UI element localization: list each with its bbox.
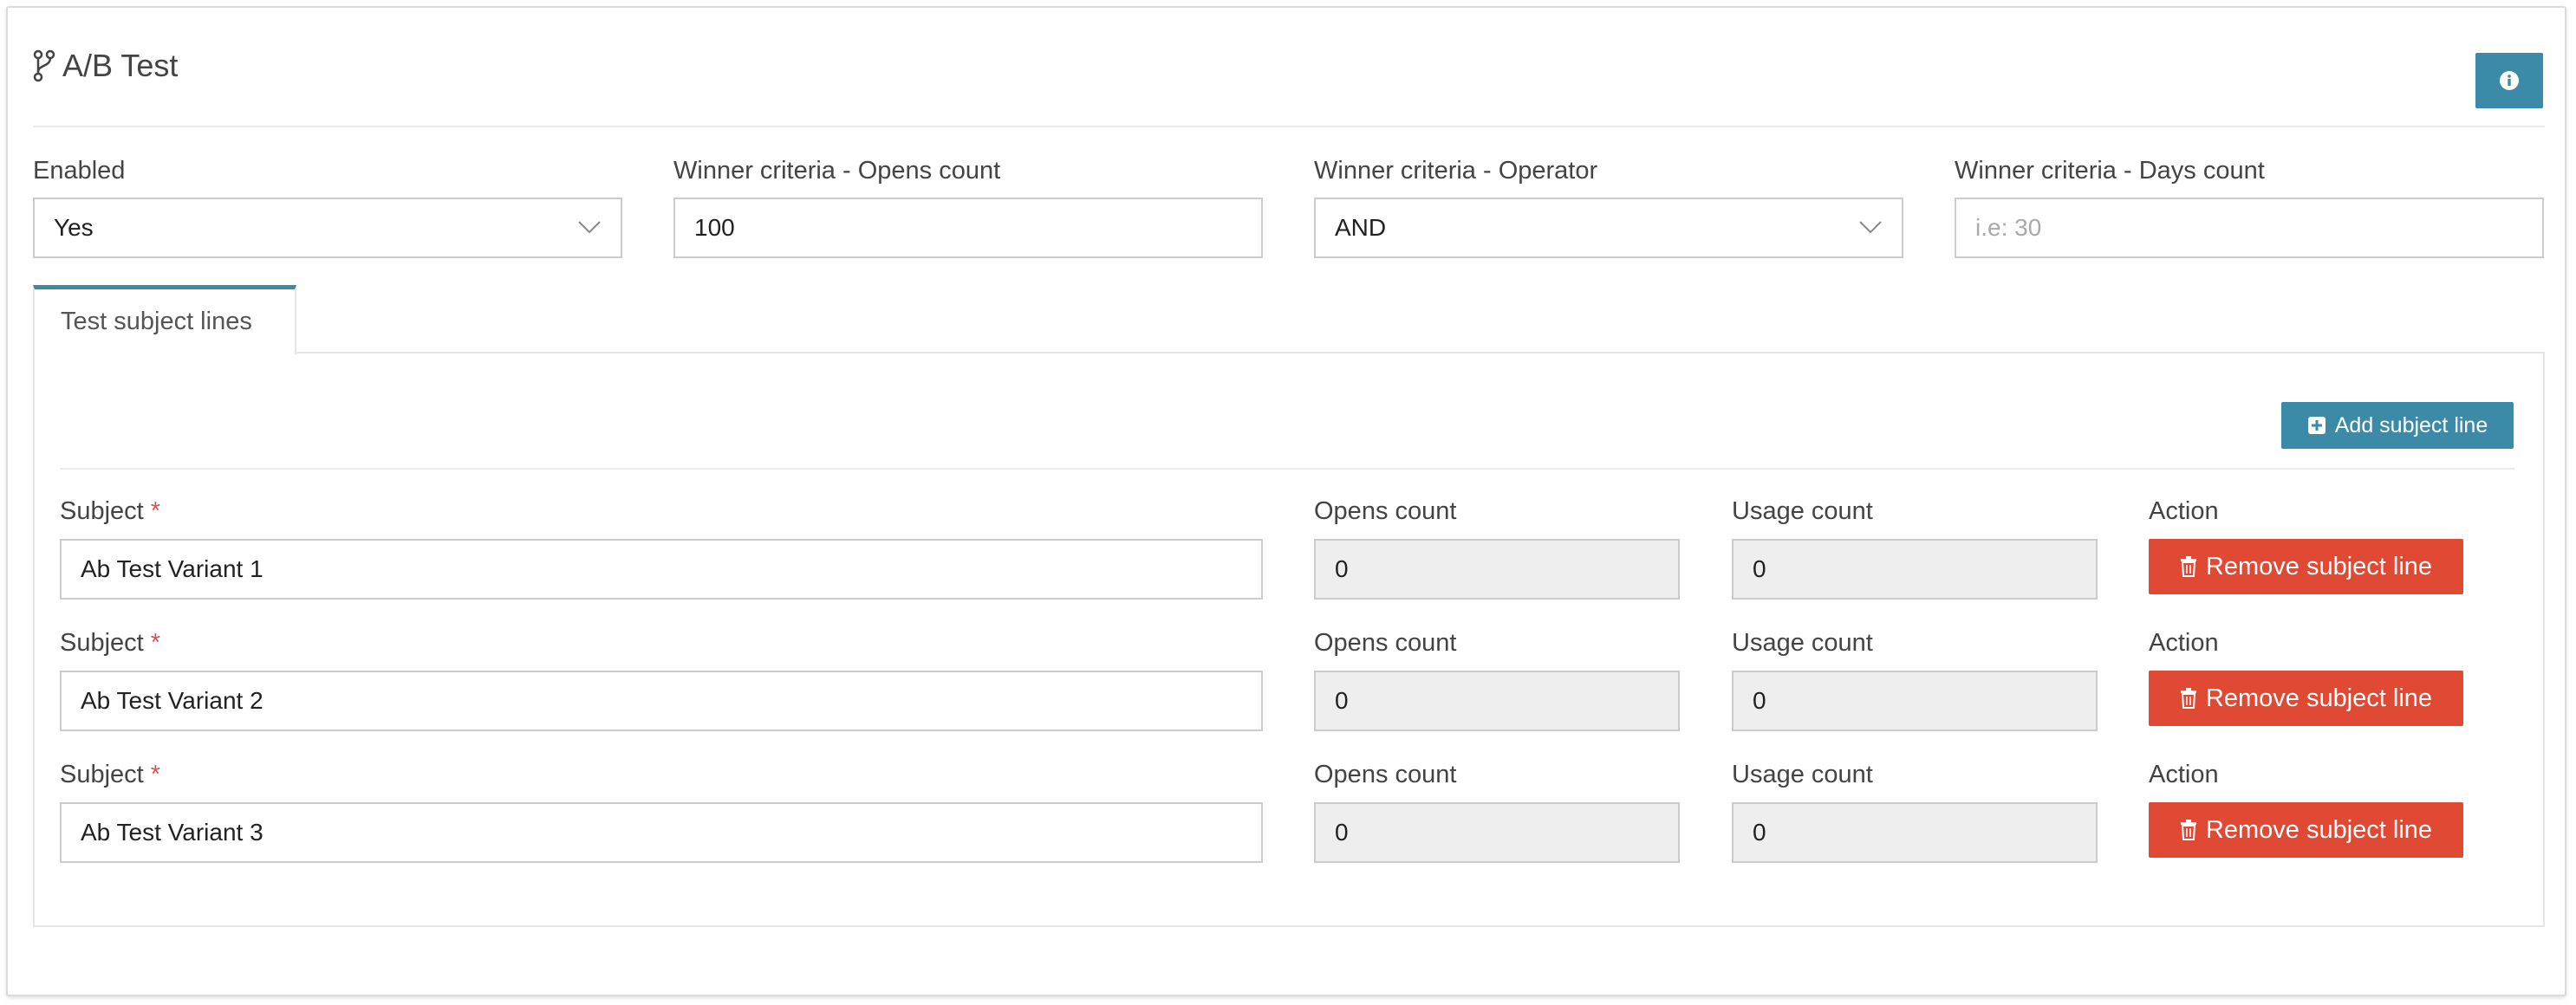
remove-subject-line-button[interactable]: Remove subject line — [2149, 539, 2463, 594]
panel-header: A/B Test — [33, 48, 178, 84]
chevron-down-icon — [578, 221, 601, 234]
tab-label: Test subject lines — [61, 308, 252, 335]
remove-subject-line-button[interactable]: Remove subject line — [2149, 671, 2463, 726]
info-icon — [2500, 71, 2519, 90]
subject-label: Subject * — [60, 629, 161, 657]
usage-count-label: Usage count — [1732, 629, 1873, 657]
add-subject-line-label: Add subject line — [2334, 412, 2488, 438]
opens-count-input[interactable]: 100 — [673, 198, 1263, 258]
action-label: Action — [2149, 497, 2219, 525]
enabled-select[interactable]: Yes — [33, 198, 622, 258]
usage-count-label: Usage count — [1732, 497, 1873, 525]
opens-count-field: 0 — [1314, 539, 1680, 600]
trash-icon — [2180, 820, 2196, 840]
chevron-down-icon — [1859, 221, 1882, 234]
subject-input[interactable]: Ab Test Variant 1 — [60, 539, 1263, 600]
add-subject-line-button[interactable]: Add subject line — [2281, 402, 2514, 449]
toolbar-divider — [60, 468, 2514, 470]
action-label: Action — [2149, 629, 2219, 657]
days-count-input[interactable]: i.e: 30 — [1955, 198, 2544, 258]
subject-input[interactable]: Ab Test Variant 2 — [60, 671, 1263, 731]
opens-count-value: 100 — [694, 214, 735, 241]
usage-count-field: 0 — [1732, 802, 2098, 863]
tab-test-subject-lines[interactable]: Test subject lines — [33, 285, 296, 354]
usage-count-label: Usage count — [1732, 761, 1873, 788]
trash-icon — [2180, 556, 2196, 577]
opens-count-label: Opens count — [1314, 761, 1457, 788]
subject-label: Subject * — [60, 761, 161, 788]
opens-count-label: Opens count — [1314, 497, 1457, 525]
opens-count-label: Opens count — [1314, 629, 1457, 657]
header-divider — [33, 126, 2545, 127]
days-count-placeholder: i.e: 30 — [1975, 214, 2042, 241]
info-button[interactable] — [2475, 53, 2543, 108]
usage-count-field: 0 — [1732, 539, 2098, 600]
subject-label: Subject * — [60, 497, 161, 525]
remove-subject-line-button[interactable]: Remove subject line — [2149, 802, 2463, 858]
opens-count-field: 0 — [1314, 671, 1680, 731]
opens-count-field: 0 — [1314, 802, 1680, 863]
opens-count-label: Winner criteria - Opens count — [673, 157, 1001, 185]
operator-select[interactable]: AND — [1314, 198, 1903, 258]
code-branch-icon — [33, 49, 55, 82]
trash-icon — [2180, 688, 2196, 709]
action-label: Action — [2149, 761, 2219, 788]
operator-value: AND — [1335, 214, 1387, 241]
operator-label: Winner criteria - Operator — [1314, 157, 1598, 185]
enabled-label: Enabled — [33, 157, 126, 185]
days-count-label: Winner criteria - Days count — [1955, 157, 2265, 185]
usage-count-field: 0 — [1732, 671, 2098, 731]
subject-input[interactable]: Ab Test Variant 3 — [60, 802, 1263, 863]
enabled-value: Yes — [54, 214, 94, 241]
plus-square-icon — [2307, 417, 2326, 434]
page-title: A/B Test — [62, 48, 179, 83]
